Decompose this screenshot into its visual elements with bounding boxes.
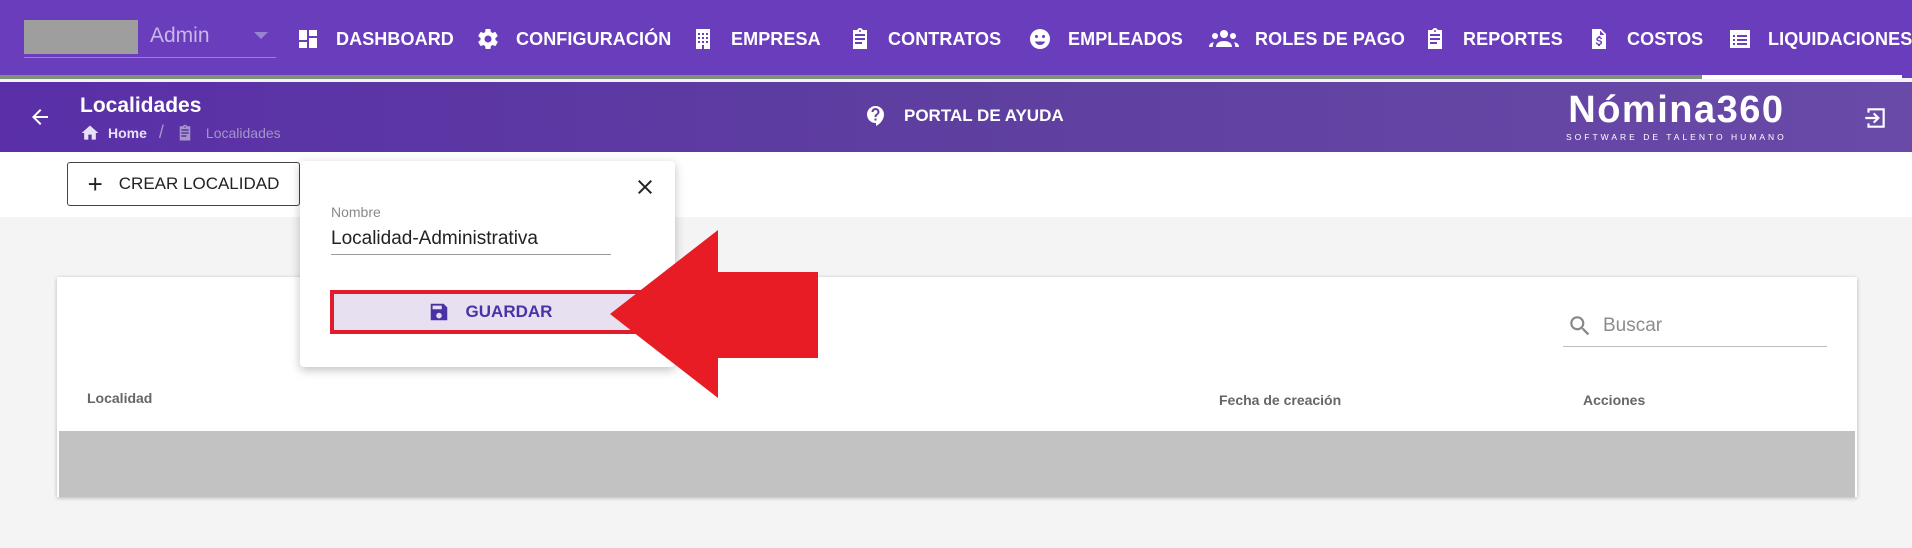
clipboard-icon xyxy=(853,28,867,49)
column-header-acciones: Acciones xyxy=(1583,392,1646,408)
breadcrumb: Home / Localidades xyxy=(80,122,281,143)
floppy-disk-icon xyxy=(430,303,447,321)
column-header-fecha-creacion[interactable]: Fecha de creación xyxy=(1219,392,1341,408)
breadcrumb-home-link[interactable]: Home xyxy=(108,125,147,141)
close-icon[interactable] xyxy=(633,175,657,199)
nav-item-configuracion[interactable]: CONFIGURACIÓN xyxy=(476,22,671,56)
user-name: Admin xyxy=(150,24,210,47)
nav-active-indicator xyxy=(1702,75,1902,79)
nombre-field[interactable] xyxy=(331,223,611,255)
nav-item-label: LIQUIDACIONES xyxy=(1768,28,1912,49)
home-icon xyxy=(81,125,99,140)
arrow-annotation-icon xyxy=(610,230,818,398)
list-icon xyxy=(1730,30,1750,48)
search-box xyxy=(1563,305,1827,347)
avatar xyxy=(24,20,138,54)
logout-icon[interactable] xyxy=(1862,105,1888,131)
save-button-label: GUARDAR xyxy=(465,302,553,321)
nav-item-label: DASHBOARD xyxy=(336,28,454,49)
face-icon xyxy=(1030,29,1050,49)
top-navigation: Admin DASHBOARD CONFIGURACIÓN EMPRESA CO… xyxy=(0,0,1912,79)
nav-item-label: CONTRATOS xyxy=(888,28,1002,49)
building-icon xyxy=(696,29,710,49)
breadcrumb-current: Localidades xyxy=(205,124,281,141)
nav-item-label: CONFIGURACIÓN xyxy=(516,28,672,49)
nav-item-empresa[interactable]: EMPRESA xyxy=(691,22,821,56)
arrow-left-icon[interactable] xyxy=(28,105,52,129)
column-header-localidad[interactable]: Localidad xyxy=(87,390,152,406)
clipboard-icon xyxy=(179,124,191,140)
page-header: Localidades Home / Localidades PORTAL DE… xyxy=(0,82,1912,152)
nav-item-reportes[interactable]: REPORTES xyxy=(1423,22,1563,56)
nav-item-label: EMPRESA xyxy=(731,28,821,49)
create-button-label: CREAR LOCALIDAD xyxy=(118,174,280,193)
help-label: PORTAL DE AYUDA xyxy=(904,106,1064,125)
page-title: Localidades xyxy=(80,94,202,117)
nav-item-label: COSTOS xyxy=(1627,28,1704,49)
search-icon xyxy=(1570,315,1590,335)
logo-tagline: SOFTWARE DE TALENTO HUMANO xyxy=(1566,132,1787,142)
table-row xyxy=(59,431,1855,497)
search-input[interactable] xyxy=(1603,314,1803,337)
breadcrumb-separator: / xyxy=(158,122,164,142)
plus-icon: + xyxy=(87,169,103,199)
invoice-icon xyxy=(1592,29,1606,49)
user-profile-selector[interactable]: Admin xyxy=(24,20,276,58)
nav-item-roles-de-pago[interactable]: ROLES DE PAGO xyxy=(1209,22,1405,56)
save-button[interactable]: GUARDAR xyxy=(330,290,650,334)
nav-item-label: EMPLEADOS xyxy=(1068,28,1183,49)
clipboard-icon xyxy=(1428,28,1442,49)
nav-item-dashboard[interactable]: DASHBOARD xyxy=(296,22,454,56)
nav-item-label: REPORTES xyxy=(1463,28,1563,49)
nav-item-empleados[interactable]: EMPLEADOS xyxy=(1028,22,1183,56)
nav-divider xyxy=(0,75,1702,79)
logo-text: Nómina360 xyxy=(1568,89,1785,131)
logo: Nómina360 SOFTWARE DE TALENTO HUMANO xyxy=(1566,90,1787,142)
dashboard-icon xyxy=(299,30,317,48)
nombre-field-label: Nombre xyxy=(331,204,381,220)
nav-item-contratos[interactable]: CONTRATOS xyxy=(848,22,1001,56)
nav-item-costos[interactable]: COSTOS xyxy=(1587,22,1703,56)
people-icon xyxy=(1209,30,1239,47)
nav-item-liquidaciones[interactable]: LIQUIDACIONES xyxy=(1728,22,1912,56)
toolbar: + CREAR LOCALIDAD xyxy=(0,152,1912,217)
chevron-down-icon[interactable] xyxy=(254,32,268,39)
gear-icon xyxy=(478,29,498,50)
help-icon xyxy=(867,106,884,126)
create-localidad-button[interactable]: + CREAR LOCALIDAD xyxy=(67,162,300,206)
nav-item-label: ROLES DE PAGO xyxy=(1255,28,1405,49)
help-portal-link[interactable]: PORTAL DE AYUDA xyxy=(864,104,1064,128)
